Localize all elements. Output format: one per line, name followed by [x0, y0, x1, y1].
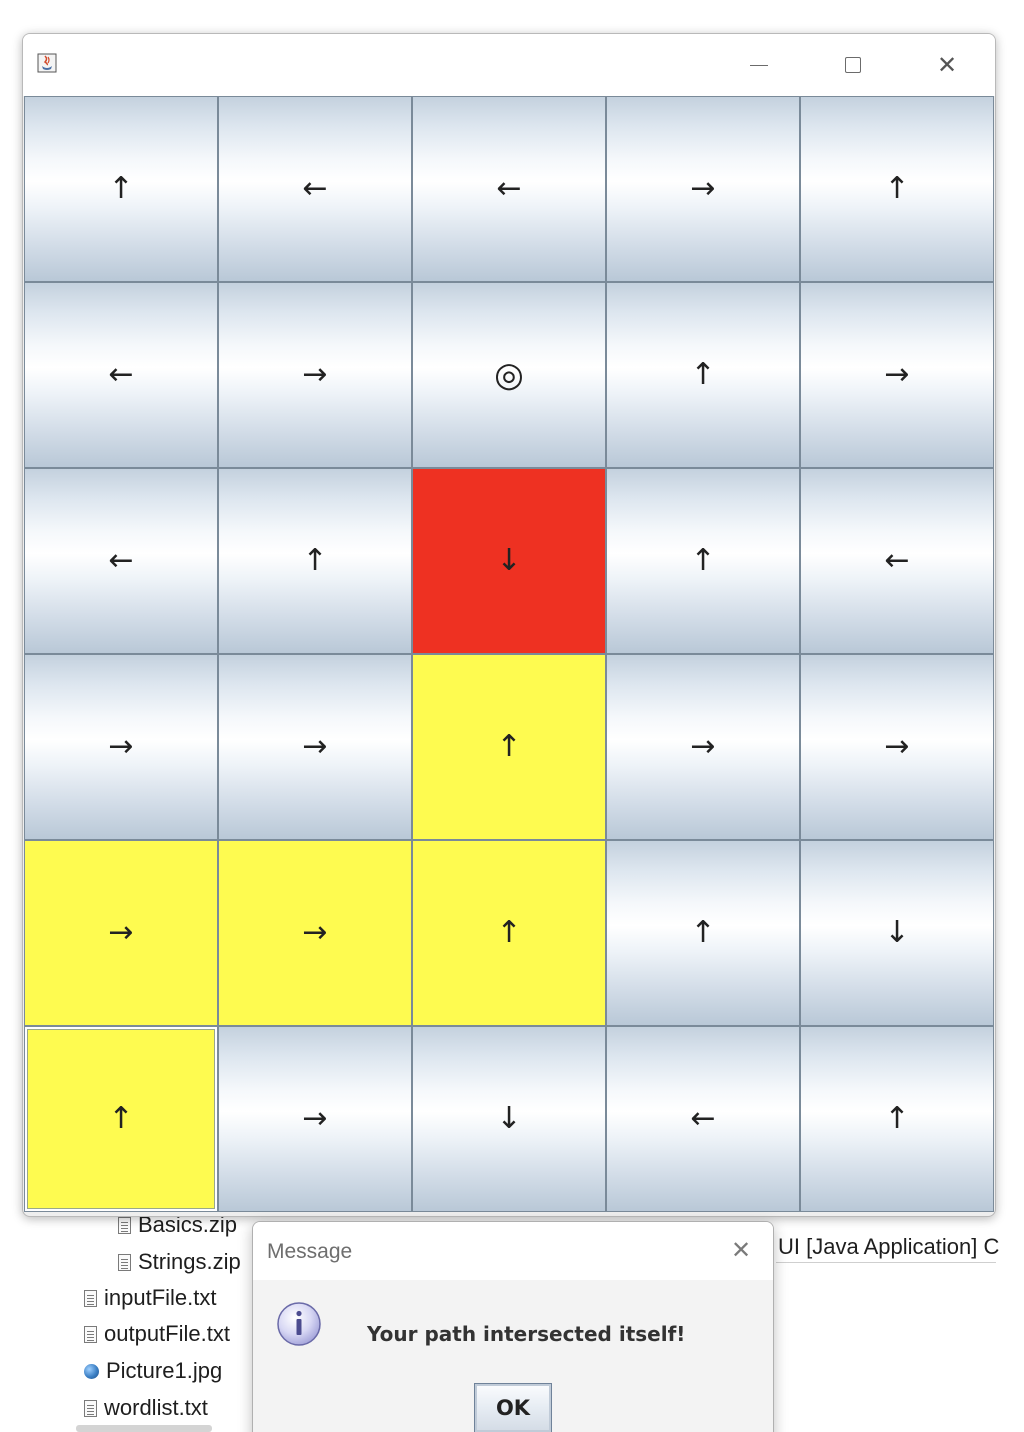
grid-cell-r6-c4[interactable]: ← [606, 1026, 800, 1212]
arrow-icon: ← [690, 1101, 716, 1136]
arrow-icon: ↑ [108, 171, 134, 206]
close-button[interactable]: ✕ [901, 34, 993, 96]
grid-cell-r5-c2[interactable]: → [218, 840, 412, 1026]
grid-cell-r4-c1[interactable]: → [24, 654, 218, 840]
arrow-icon: → [690, 729, 716, 764]
arrow-icon: ↑ [302, 543, 328, 578]
tree-item-label: Strings.zip [138, 1249, 241, 1274]
grid-cell-r5-c3[interactable]: ↑ [412, 840, 606, 1026]
console-title: UI [Java Application] C [778, 1234, 1000, 1259]
arrow-icon: ↑ [690, 915, 716, 950]
close-icon: ✕ [936, 51, 958, 79]
minimize-icon [750, 64, 768, 66]
grid-cell-r6-c2[interactable]: → [218, 1026, 412, 1212]
arrow-icon: → [108, 915, 134, 950]
tree-item-label: Picture1.jpg [106, 1358, 223, 1383]
arrow-icon: ↓ [884, 915, 910, 950]
grid-cell-r5-c4[interactable]: ↑ [606, 840, 800, 1026]
arrow-icon: ↑ [690, 357, 716, 392]
grid-cell-r3-c2[interactable]: ↑ [218, 468, 412, 654]
java-cup-icon [37, 53, 57, 73]
arrow-icon: ↑ [496, 729, 522, 764]
grid-cell-r3-c3[interactable]: ↓ [412, 468, 606, 654]
arrow-icon: → [884, 357, 910, 392]
arrow-icon: ← [108, 357, 134, 392]
tree-horizontal-scrollbar[interactable] [76, 1425, 212, 1432]
info-icon [277, 1302, 321, 1346]
tree-item-picture1[interactable]: Picture1.jpg [84, 1358, 222, 1384]
package-explorer-tree: Basics.zip Strings.zip inputFile.txt out… [0, 1200, 260, 1432]
arrow-icon: ↑ [496, 915, 522, 950]
ok-button[interactable]: OK [474, 1383, 552, 1432]
grid-cell-r1-c1[interactable]: ↑ [24, 96, 218, 282]
grid-cell-r2-c2[interactable]: → [218, 282, 412, 468]
maximize-icon [845, 57, 861, 73]
arrow-icon: ↓ [496, 543, 522, 578]
text-file-icon [118, 1216, 131, 1234]
grid-cell-r2-c4[interactable]: ↑ [606, 282, 800, 468]
grid-cell-r5-c5[interactable]: ↓ [800, 840, 994, 1026]
grid-cell-r2-c3[interactable]: ◎ [412, 282, 606, 468]
grid-cell-r2-c5[interactable]: → [800, 282, 994, 468]
minimize-button[interactable] [713, 34, 805, 96]
arrow-icon: → [108, 729, 134, 764]
arrow-icon: ↓ [496, 1101, 522, 1136]
target-icon: ◎ [494, 355, 524, 395]
tree-item-inputfile[interactable]: inputFile.txt [84, 1285, 217, 1311]
text-file-icon [118, 1253, 131, 1271]
tree-item-outputfile[interactable]: outputFile.txt [84, 1321, 230, 1347]
grid-cell-r1-c3[interactable]: ← [412, 96, 606, 282]
grid-cell-r3-c1[interactable]: ← [24, 468, 218, 654]
grid-cell-r4-c3[interactable]: ↑ [412, 654, 606, 840]
grid-cell-r5-c1[interactable]: → [24, 840, 218, 1026]
tree-item-wordlist[interactable]: wordlist.txt [84, 1395, 208, 1421]
close-icon: ✕ [730, 1236, 752, 1264]
arrow-icon: ↑ [884, 1101, 910, 1136]
tree-item-label: outputFile.txt [104, 1321, 230, 1346]
arrow-icon: ↑ [108, 1101, 134, 1136]
message-dialog: Message ✕ Your path intersected itself! … [252, 1221, 774, 1432]
arrow-icon: ← [108, 543, 134, 578]
maximize-button[interactable] [807, 34, 899, 96]
grid-cell-r2-c1[interactable]: ← [24, 282, 218, 468]
dialog-title: Message [267, 1240, 353, 1263]
grid-cell-r3-c4[interactable]: ↑ [606, 468, 800, 654]
grid-cell-r1-c5[interactable]: ↑ [800, 96, 994, 282]
text-file-icon [84, 1399, 97, 1417]
arrow-icon: ← [302, 171, 328, 206]
console-divider [776, 1262, 996, 1263]
tree-item-label: inputFile.txt [104, 1285, 217, 1310]
grid-cell-r1-c4[interactable]: → [606, 96, 800, 282]
arrow-icon: → [302, 1101, 328, 1136]
grid-cell-r4-c4[interactable]: → [606, 654, 800, 840]
grid-cell-r4-c5[interactable]: → [800, 654, 994, 840]
arrow-icon: ← [496, 171, 522, 206]
dialog-close-button[interactable]: ✕ [719, 1228, 763, 1272]
arrow-icon: → [690, 171, 716, 206]
grid-cell-r3-c5[interactable]: ← [800, 468, 994, 654]
arrow-icon: → [302, 915, 328, 950]
grid-cell-r6-c3[interactable]: ↓ [412, 1026, 606, 1212]
desktop: Basics.zip Strings.zip inputFile.txt out… [0, 0, 1024, 1432]
dialog-message: Your path intersected itself! [367, 1322, 686, 1346]
arrow-grid: ↑ ← ← → ↑ ← → ◎ ↑ → ← ↑ ↓ ↑ ← → → ↑ → → → → ↑ ↑ ↓ ↑ → ↓ ← ↑ [24, 96, 994, 1212]
arrow-icon: → [884, 729, 910, 764]
text-file-icon [84, 1325, 97, 1343]
image-file-icon [84, 1363, 99, 1379]
tree-item-strings-zip[interactable]: Strings.zip [118, 1249, 241, 1275]
text-file-icon [84, 1289, 97, 1307]
arrow-icon: → [302, 357, 328, 392]
grid-cell-r4-c2[interactable]: → [218, 654, 412, 840]
grid-cell-r6-c5[interactable]: ↑ [800, 1026, 994, 1212]
arrow-icon: ↑ [690, 543, 716, 578]
arrow-icon: ← [884, 543, 910, 578]
grid-cell-r1-c2[interactable]: ← [218, 96, 412, 282]
arrow-icon: ↑ [884, 171, 910, 206]
dialog-titlebar[interactable]: Message ✕ [253, 1222, 773, 1280]
arrow-icon: → [302, 729, 328, 764]
window-titlebar[interactable]: ✕ [23, 34, 995, 96]
tree-item-label: wordlist.txt [104, 1395, 208, 1420]
game-window: ✕ ↑ ← ← → ↑ ← → ◎ ↑ → ← ↑ ↓ ↑ ← → → ↑ → → → → ↑ ↑ ↓ ↑ → ↓ ← ↑ [22, 33, 996, 1217]
grid-cell-r6-c1[interactable]: ↑ [24, 1026, 218, 1212]
